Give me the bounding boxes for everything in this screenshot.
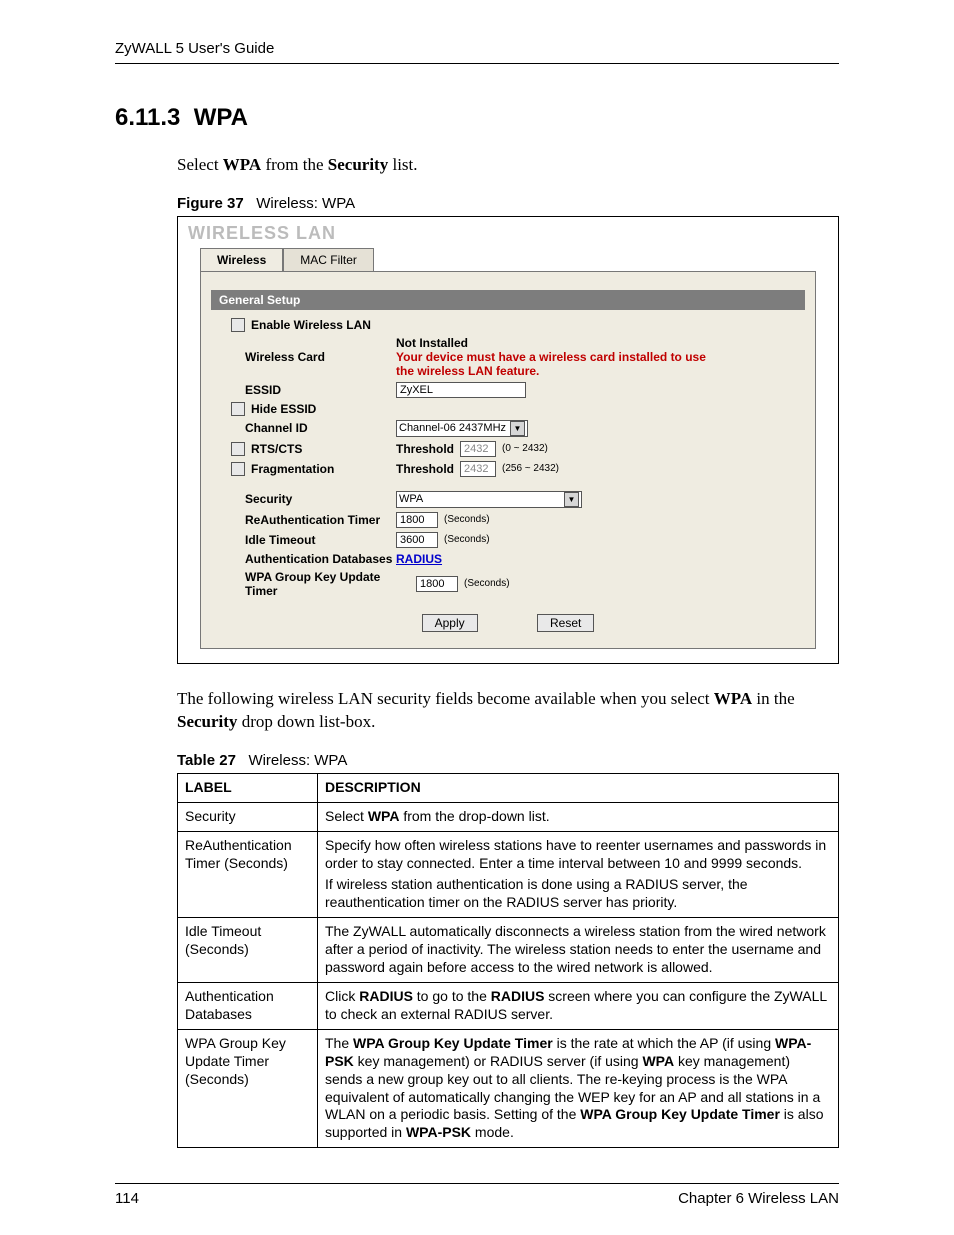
value-wireless-card-status: Not Installed [396,336,805,350]
screenshot-panel: WIRELESS LAN Wireless MAC Filter General… [177,216,839,664]
label-security: Security [211,492,396,506]
figure-caption: Figure 37 Wireless: WPA [177,195,839,212]
table-row: Authentication Databases Click RADIUS to… [178,982,839,1029]
section-title: WPA [194,104,248,131]
input-essid[interactable]: ZyXEL [396,382,526,398]
label-wireless-card: Wireless Card [211,350,396,364]
unit-seconds-wpagroup: (Seconds) [464,578,510,589]
input-frag-threshold[interactable]: 2432 [460,461,496,477]
cell-label: Idle Timeout (Seconds) [178,918,318,983]
checkbox-hide-essid[interactable] [231,402,245,416]
intro-text: Select WPA from the Security list. [177,154,839,177]
page-number: 114 [115,1190,139,1207]
warning-wireless-card: Your device must have a wireless card in… [396,350,726,378]
th-label: LABEL [178,773,318,802]
input-idle-timeout[interactable]: 3600 [396,532,438,548]
section-bar-general: General Setup [211,290,805,310]
label-fragmentation: Fragmentation [251,462,334,476]
cell-desc: The WPA Group Key Update Timer is the ra… [318,1029,839,1147]
input-rts-threshold[interactable]: 2432 [460,441,496,457]
cell-desc: Click RADIUS to go to the RADIUS screen … [318,982,839,1029]
cell-desc: Select WPA from the drop-down list. [318,802,839,831]
label-wpa-group-timer: WPA Group Key Update Timer [211,570,416,598]
table-header-row: LABEL DESCRIPTION [178,773,839,802]
label-channel-id: Channel ID [211,421,396,435]
unit-seconds-reauth: (Seconds) [444,514,490,525]
checkbox-fragmentation[interactable] [231,462,245,476]
table-row: ReAuthentication Timer (Seconds) Specify… [178,831,839,918]
label-threshold-frag: Threshold [396,462,454,476]
input-wpa-group-timer[interactable]: 1800 [416,576,458,592]
label-reauth-timer: ReAuthentication Timer [211,513,396,527]
apply-button[interactable]: Apply [422,614,478,632]
cell-label: Security [178,802,318,831]
cell-desc: Specify how often wireless stations have… [318,831,839,918]
chevron-down-icon: ▼ [510,421,525,436]
label-idle-timeout: Idle Timeout [211,533,396,547]
running-head: ZyWALL 5 User's Guide [115,40,839,64]
tab-bar: Wireless MAC Filter [200,248,816,272]
label-enable-wlan: Enable Wireless LAN [251,318,371,332]
select-security[interactable]: WPA ▼ [396,491,582,508]
chapter-label: Chapter 6 Wireless LAN [678,1190,839,1207]
checkbox-rtscts[interactable] [231,442,245,456]
description-table: LABEL DESCRIPTION Security Select WPA fr… [177,773,839,1148]
table-caption: Table 27 Wireless: WPA [177,752,839,769]
tab-mac-filter[interactable]: MAC Filter [283,248,374,271]
cell-label: Authentication Databases [178,982,318,1029]
para-after-figure: The following wireless LAN security fiel… [177,688,839,734]
page-footer: 114 Chapter 6 Wireless LAN [115,1183,839,1207]
cell-desc: The ZyWALL automatically disconnects a w… [318,918,839,983]
table-row: Security Select WPA from the drop-down l… [178,802,839,831]
range-rts: (0 ~ 2432) [502,443,548,454]
table-row: Idle Timeout (Seconds) The ZyWALL automa… [178,918,839,983]
reset-button[interactable]: Reset [537,614,594,632]
cell-label: ReAuthentication Timer (Seconds) [178,831,318,918]
link-radius[interactable]: RADIUS [396,552,442,566]
label-threshold-rts: Threshold [396,442,454,456]
label-essid: ESSID [211,383,396,397]
table-row: WPA Group Key Update Timer (Seconds) The… [178,1029,839,1147]
label-hide-essid: Hide ESSID [251,402,316,416]
section-heading: 6.11.3 WPA [115,104,839,132]
th-description: DESCRIPTION [318,773,839,802]
checkbox-enable-wlan[interactable] [231,318,245,332]
cell-label: WPA Group Key Update Timer (Seconds) [178,1029,318,1147]
input-reauth-timer[interactable]: 1800 [396,512,438,528]
label-auth-db: Authentication Databases [211,552,396,566]
section-number: 6.11.3 [115,104,180,131]
panel-title: WIRELESS LAN [178,223,838,248]
range-frag: (256 ~ 2432) [502,463,559,474]
select-channel-id[interactable]: Channel-06 2437MHz ▼ [396,420,528,437]
chevron-down-icon: ▼ [564,492,579,507]
tab-wireless[interactable]: Wireless [200,248,283,271]
unit-seconds-idle: (Seconds) [444,534,490,545]
label-rtscts: RTS/CTS [251,442,302,456]
